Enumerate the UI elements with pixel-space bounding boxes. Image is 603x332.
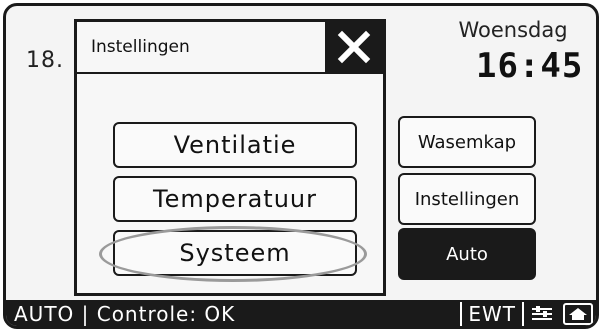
auto-button[interactable]: Auto xyxy=(398,228,536,280)
settings-sliders-icon[interactable] xyxy=(527,303,557,325)
close-icon xyxy=(337,30,371,64)
dialog-title: Instellingen xyxy=(91,37,190,57)
device-screen: 18. Woensdag 16:45 Wasemkap Instellingen… xyxy=(3,3,599,329)
wasemkap-button[interactable]: Wasemkap xyxy=(398,116,536,168)
time-label: 16:45 xyxy=(476,46,584,86)
ventilatie-button[interactable]: Ventilatie xyxy=(113,122,357,168)
systeem-button[interactable]: Systeem xyxy=(113,230,357,276)
settings-dialog: Instellingen Ventilatie Temperatuur Syst… xyxy=(74,19,386,296)
day-label: Woensdag xyxy=(458,18,568,42)
home-icon[interactable] xyxy=(563,303,593,325)
ewt-label: EWT xyxy=(460,302,524,326)
status-text: AUTO | Controle: OK xyxy=(14,302,236,326)
instellingen-button[interactable]: Instellingen xyxy=(398,173,536,225)
temperature-readout: 18. xyxy=(26,48,64,73)
close-button[interactable] xyxy=(325,22,383,72)
status-bar-controls: EWT xyxy=(460,300,596,326)
dialog-header: Instellingen xyxy=(77,22,383,74)
status-bar: AUTO | Controle: OK EWT xyxy=(6,300,596,326)
temperatuur-button[interactable]: Temperatuur xyxy=(113,176,357,222)
